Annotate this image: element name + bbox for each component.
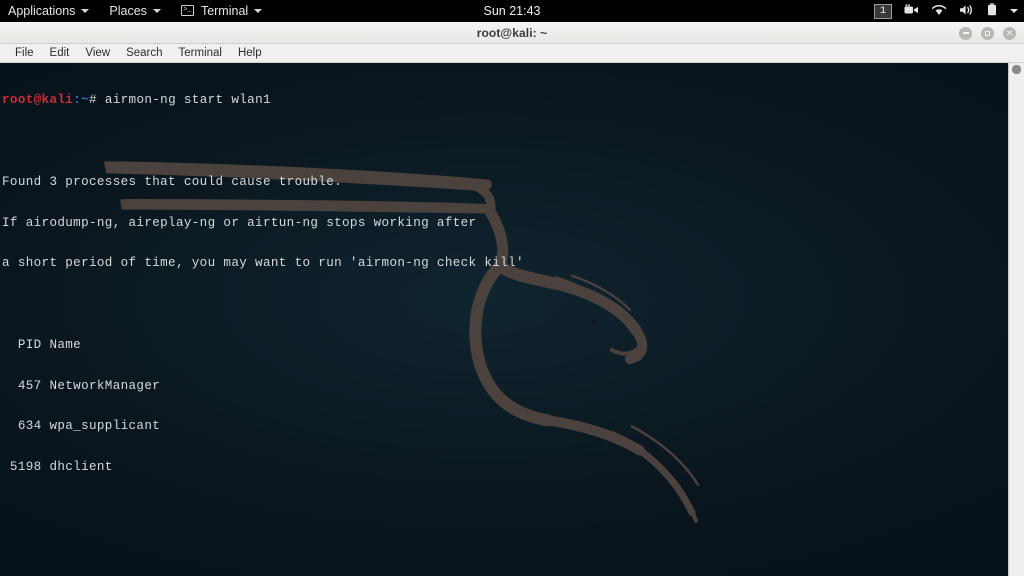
maximize-button[interactable] [981, 26, 994, 40]
window-controls: ✕ [959, 22, 1016, 44]
process-row: 5198 dhclient [2, 460, 113, 475]
window-titlebar[interactable]: root@kali: ~ ✕ [0, 22, 1024, 44]
system-tray: 1 [874, 0, 1018, 22]
terminal-scrollbar[interactable] [1008, 63, 1024, 576]
applications-menu[interactable]: Applications [0, 0, 99, 22]
prompt-user: root@kali [2, 93, 74, 108]
command-line: root@kali:~# airmon-ng start wlan1 [2, 93, 643, 108]
notice-line: Found 3 processes that could cause troub… [2, 174, 343, 189]
gnome-top-panel: Applications Places >_ Terminal Sun 21:4… [0, 0, 1024, 22]
menu-edit[interactable]: Edit [42, 44, 78, 63]
prompt-path: :~ [73, 93, 89, 108]
scrollbar-thumb[interactable] [1012, 65, 1021, 74]
chevron-down-icon [152, 8, 161, 13]
chevron-down-icon [81, 8, 90, 13]
menu-file[interactable]: File [7, 44, 42, 63]
terminal-app-menu-label: Terminal [200, 3, 249, 18]
terminal-screen[interactable]: root@kali:~# airmon-ng start wlan1 Found… [0, 63, 1008, 576]
typed-command: airmon-ng start wlan1 [104, 93, 271, 108]
applications-menu-label: Applications [8, 3, 76, 18]
terminal-window: root@kali: ~ ✕ File Edit View Search Ter… [0, 22, 1024, 576]
places-menu-label: Places [109, 3, 147, 18]
chevron-down-icon [254, 8, 263, 13]
menu-help[interactable]: Help [230, 44, 270, 63]
notice-line: a short period of time, you may want to … [2, 256, 524, 271]
video-camera-icon[interactable] [904, 4, 919, 19]
volume-icon[interactable] [959, 4, 975, 19]
menubar: File Edit View Search Terminal Help [0, 44, 1024, 63]
places-menu[interactable]: Places [99, 0, 171, 22]
battery-icon[interactable] [987, 3, 997, 19]
prompt-hash: # [89, 93, 105, 108]
notice-line: If airodump-ng, aireplay-ng or airtun-ng… [2, 215, 477, 230]
process-table-header: PID Name [2, 337, 82, 352]
menu-view[interactable]: View [77, 44, 118, 63]
terminal-icon: >_ [180, 5, 194, 16]
menu-search[interactable]: Search [118, 44, 170, 63]
terminal-app-menu[interactable]: >_ Terminal [171, 0, 272, 22]
minimize-button[interactable] [959, 26, 972, 40]
chevron-down-icon[interactable] [1010, 9, 1018, 13]
close-button[interactable]: ✕ [1003, 26, 1016, 40]
terminal-area: root@kali:~# airmon-ng start wlan1 Found… [0, 63, 1024, 576]
process-row: 634 wpa_supplicant [2, 419, 161, 434]
menu-terminal[interactable]: Terminal [171, 44, 230, 63]
terminal-output: root@kali:~# airmon-ng start wlan1 Found… [0, 63, 643, 576]
process-row: 457 NetworkManager [2, 378, 161, 393]
window-title: root@kali: ~ [476, 25, 548, 40]
wifi-icon[interactable] [931, 4, 947, 19]
workspace-indicator[interactable]: 1 [874, 3, 892, 19]
